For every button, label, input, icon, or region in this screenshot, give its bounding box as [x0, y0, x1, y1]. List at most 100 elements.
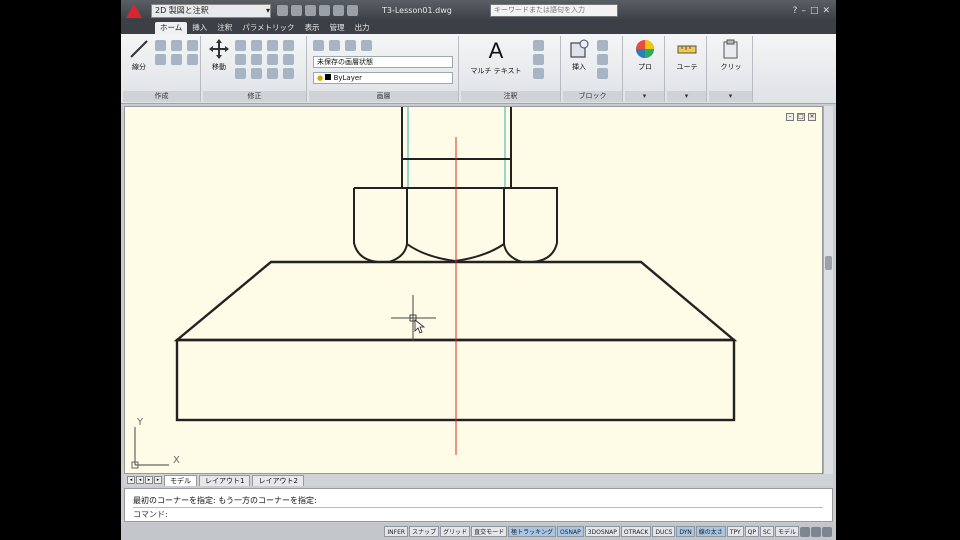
- command-input[interactable]: コマンド:: [133, 507, 823, 520]
- status-polar[interactable]: 極トラッキング: [508, 526, 556, 537]
- status-infer[interactable]: INFER: [384, 526, 409, 537]
- tab-model[interactable]: モデル: [164, 474, 197, 486]
- clipboard-panel[interactable]: クリッ ▾: [709, 36, 753, 102]
- layers-panel-title[interactable]: 画層: [309, 91, 458, 102]
- application-menu-button[interactable]: [121, 0, 147, 21]
- ellipse-icon[interactable]: [171, 54, 182, 65]
- rotate-icon[interactable]: [235, 40, 246, 51]
- mirror-icon[interactable]: [235, 54, 246, 65]
- fillet-icon[interactable]: [251, 54, 262, 65]
- layer-lock-icon[interactable]: [361, 40, 372, 51]
- tab-view[interactable]: 表示: [300, 22, 325, 34]
- circle-icon[interactable]: [171, 40, 182, 51]
- minimize-icon[interactable]: –: [801, 6, 806, 16]
- status-dyn[interactable]: DYN: [676, 526, 695, 537]
- drawing-svg[interactable]: Y X: [125, 107, 823, 474]
- status-grid[interactable]: グリッド: [440, 526, 471, 537]
- first-tab-icon[interactable]: ◂: [127, 476, 135, 484]
- annotation-panel-title[interactable]: 注釈: [461, 91, 560, 102]
- erase-icon[interactable]: [267, 40, 278, 51]
- undo-icon[interactable]: [319, 5, 330, 16]
- tab-layout2[interactable]: レイアウト2: [252, 474, 304, 486]
- viewport-restore-icon[interactable]: □: [797, 113, 805, 121]
- dimension-icon[interactable]: [533, 40, 544, 51]
- clipboard-panel-title[interactable]: ▾: [709, 91, 752, 102]
- clipboard-button[interactable]: クリッ: [717, 38, 745, 72]
- properties-panel[interactable]: プロ ▾: [625, 36, 665, 102]
- prev-tab-icon[interactable]: ◂: [136, 476, 144, 484]
- stretch-icon[interactable]: [283, 54, 294, 65]
- utilities-panel-title[interactable]: ▾: [667, 91, 706, 102]
- scale-icon[interactable]: [235, 68, 246, 79]
- modify-panel-title[interactable]: 修正: [203, 91, 306, 102]
- layer-off-icon[interactable]: [345, 40, 356, 51]
- status-ducs[interactable]: DUCS: [652, 526, 676, 537]
- new-icon[interactable]: [277, 5, 288, 16]
- close-icon[interactable]: ✕: [822, 6, 830, 16]
- arc-icon[interactable]: [187, 40, 198, 51]
- status-snap[interactable]: スナップ: [409, 526, 440, 537]
- move-button[interactable]: 移動: [205, 38, 233, 72]
- status-model[interactable]: モデル: [774, 526, 799, 537]
- vertical-scrollbar[interactable]: [823, 106, 833, 474]
- array-icon[interactable]: [251, 68, 262, 79]
- help-icon[interactable]: ?: [793, 6, 798, 16]
- layer-properties-icon[interactable]: [313, 40, 324, 51]
- last-tab-icon[interactable]: ▸: [154, 476, 162, 484]
- polyline-icon[interactable]: [155, 40, 166, 51]
- trim-icon[interactable]: [251, 40, 262, 51]
- search-input[interactable]: キーワードまたは語句を入力: [490, 4, 618, 17]
- next-tab-icon[interactable]: ▸: [145, 476, 153, 484]
- insert-button[interactable]: 挿入: [565, 38, 593, 72]
- explode-icon[interactable]: [267, 54, 278, 65]
- status-sc[interactable]: SC: [759, 526, 774, 537]
- offset-icon[interactable]: [267, 68, 278, 79]
- tab-parametric[interactable]: パラメトリック: [237, 22, 299, 34]
- drawing-canvas[interactable]: Y X – □ ×: [124, 106, 823, 474]
- viewport-minimize-icon[interactable]: –: [786, 113, 794, 121]
- workspace-switch-icon[interactable]: [811, 526, 821, 537]
- hatch-icon[interactable]: [187, 54, 198, 65]
- clean-screen-icon[interactable]: [822, 526, 832, 537]
- annotation-scale-icon[interactable]: [800, 526, 810, 537]
- status-lineweight[interactable]: 線の太さ: [695, 526, 726, 537]
- table-icon[interactable]: [533, 68, 544, 79]
- status-qp[interactable]: QP: [744, 526, 759, 537]
- properties-panel-title[interactable]: ▾: [625, 91, 664, 102]
- utilities-button[interactable]: ユーテ: [673, 38, 701, 72]
- block-panel-title[interactable]: ブロック: [563, 91, 622, 102]
- scrollbar-thumb[interactable]: [825, 256, 832, 270]
- draw-panel-title[interactable]: 作成: [123, 91, 200, 102]
- tab-annotate[interactable]: 注釈: [212, 22, 237, 34]
- tab-output[interactable]: 出力: [350, 22, 375, 34]
- command-line[interactable]: 最初のコーナーを指定: もう一方のコーナーを指定: コマンド:: [124, 488, 833, 522]
- open-icon[interactable]: [291, 5, 302, 16]
- attribute-icon[interactable]: [597, 68, 608, 79]
- workspace-dropdown[interactable]: 2D 製図と注釈 ▾: [151, 3, 271, 18]
- layer-state-dropdown[interactable]: 未保存の画層状態: [313, 56, 453, 68]
- status-otrack[interactable]: OTRACK: [620, 526, 652, 537]
- tab-manage[interactable]: 管理: [325, 22, 350, 34]
- redo-icon[interactable]: [333, 5, 344, 16]
- edit-block-icon[interactable]: [597, 54, 608, 65]
- tab-home[interactable]: ホーム: [155, 22, 188, 34]
- status-ortho[interactable]: 直交モード: [471, 526, 508, 537]
- status-tpy[interactable]: TPY: [726, 526, 744, 537]
- chamfer-icon[interactable]: [283, 68, 294, 79]
- create-block-icon[interactable]: [597, 40, 608, 51]
- tab-insert[interactable]: 挿入: [187, 22, 212, 34]
- rectangle-icon[interactable]: [155, 54, 166, 65]
- properties-button[interactable]: プロ: [631, 38, 659, 72]
- current-layer-dropdown[interactable]: ● ByLayer: [313, 72, 453, 84]
- status-osnap[interactable]: OSNAP: [556, 526, 584, 537]
- layer-freeze-icon[interactable]: [329, 40, 340, 51]
- save-icon[interactable]: [305, 5, 316, 16]
- copy-icon[interactable]: [283, 40, 294, 51]
- utilities-panel[interactable]: ユーテ ▾: [667, 36, 707, 102]
- nut-left-face[interactable]: [353, 188, 408, 263]
- tab-layout1[interactable]: レイアウト1: [199, 474, 251, 486]
- line-button[interactable]: 線分: [125, 38, 153, 72]
- status-3dosnap[interactable]: 3DOSNAP: [584, 526, 620, 537]
- viewport-close-icon[interactable]: ×: [808, 113, 816, 121]
- mtext-button[interactable]: A マルチ テキスト: [465, 38, 527, 76]
